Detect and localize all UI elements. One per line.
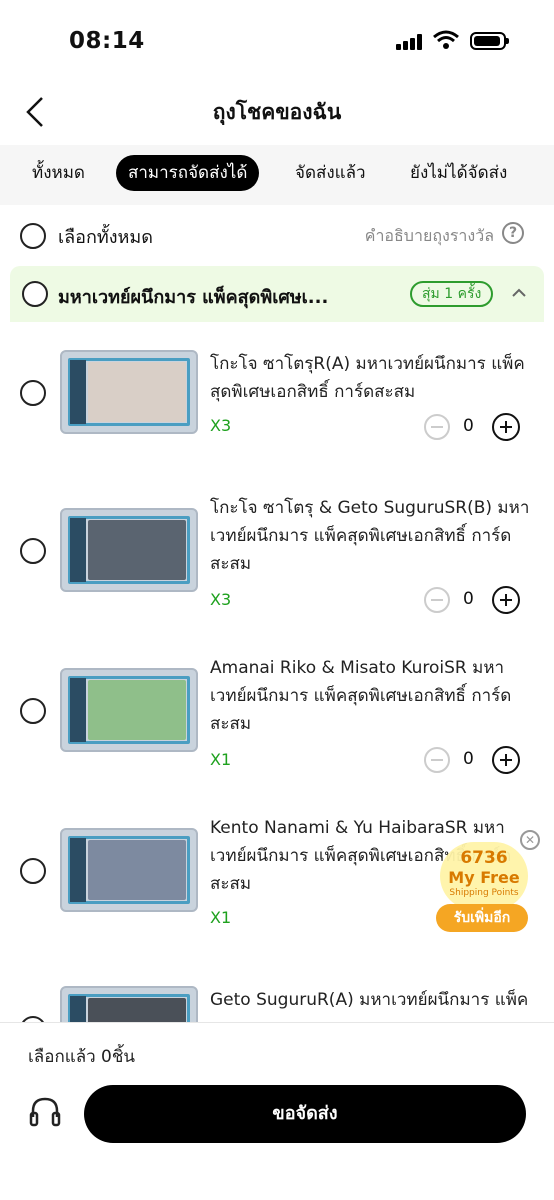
select-all-checkbox[interactable] bbox=[20, 223, 46, 249]
select-all-row: เลือกทั้งหมด คำอธิบายถุงรางวัล ? bbox=[0, 206, 554, 266]
card-thumbnail bbox=[60, 986, 198, 1022]
tab-shippable[interactable]: สามารถจัดส่งได้ bbox=[116, 155, 260, 191]
tab-not-shipped[interactable]: ยังไม่ได้จัดส่ง bbox=[410, 155, 507, 191]
bottom-bar: เลือกแล้ว 0ชิ้น ขอจัดส่ง bbox=[0, 1022, 554, 1200]
group-title: มหาเวทย์ผนึกมาร แพ็คสุดพิเศษเ... bbox=[58, 287, 329, 308]
promo-title: My Free bbox=[448, 868, 520, 887]
filter-tabs: ทั้งหมด สามารถจัดส่งได้ จัดส่งแล้ว ยังไม… bbox=[0, 145, 554, 205]
wifi-icon bbox=[433, 30, 459, 49]
nav-bar: ถุงโชคของฉัน bbox=[0, 82, 554, 142]
select-all-label: เลือกทั้งหมด bbox=[58, 227, 153, 248]
chevron-up-icon[interactable] bbox=[510, 284, 528, 302]
page-title: ถุงโชคของฉัน bbox=[212, 100, 342, 124]
tab-shipped[interactable]: จัดส่งแล้ว bbox=[295, 155, 366, 191]
status-time: 08:14 bbox=[69, 28, 145, 54]
group-header: มหาเวทย์ผนึกมาร แพ็คสุดพิเศษเ... สุ่ม 1 … bbox=[10, 266, 544, 322]
free-shipping-points-widget[interactable]: ✕ 6736 My Free Shipping Points รับเพิ่มอ… bbox=[436, 830, 544, 936]
item-name: โกะโจ ซาโตรุR(A) มหาเวทย์ผนึกมาร แพ็คสุด… bbox=[210, 354, 525, 402]
card-thumbnail bbox=[60, 828, 198, 912]
item-checkbox[interactable] bbox=[20, 858, 46, 884]
battery-icon bbox=[470, 32, 509, 50]
item-count: 0 bbox=[463, 416, 474, 436]
item-count: 0 bbox=[463, 749, 474, 769]
draw-count-badge: สุ่ม 1 ครั้ง bbox=[410, 281, 494, 307]
status-bar: 08:14 bbox=[0, 0, 554, 80]
item-quantity: X1 bbox=[210, 908, 232, 927]
card-thumbnail bbox=[60, 668, 198, 752]
list-item: โกะโจ ซาโตรุR(A) มหาเวทย์ผนึกมาร แพ็คสุด… bbox=[0, 330, 554, 488]
list-item: โกะโจ ซาโตรุ & Geto SuguruSR(B) มหาเวทย์… bbox=[0, 488, 554, 646]
item-count: 0 bbox=[463, 589, 474, 609]
points-value: 6736 bbox=[460, 848, 508, 868]
item-name: Geto SuguruR(A) มหาเวทย์ผนึกมาร แพ็ค bbox=[210, 990, 529, 1010]
item-checkbox[interactable] bbox=[20, 380, 46, 406]
item-name: Amanai Riko & Misato KuroiSR มหาเวทย์ผนึ… bbox=[210, 658, 512, 734]
list-item: Amanai Riko & Misato KuroiSR มหาเวทย์ผนึ… bbox=[0, 646, 554, 804]
item-quantity: X3 bbox=[210, 416, 232, 435]
item-checkbox[interactable] bbox=[20, 538, 46, 564]
request-shipping-button[interactable]: ขอจัดส่ง bbox=[84, 1085, 526, 1143]
promo-subtitle: Shipping Points bbox=[449, 888, 519, 898]
card-thumbnail bbox=[60, 350, 198, 434]
get-more-button[interactable]: รับเพิ่มอีก bbox=[436, 904, 528, 932]
item-quantity: X3 bbox=[210, 590, 232, 609]
decrease-button[interactable] bbox=[424, 414, 450, 440]
prize-bag-description-link[interactable]: คำอธิบายถุงรางวัล bbox=[365, 224, 494, 249]
close-icon[interactable]: ✕ bbox=[520, 830, 540, 850]
decrease-button[interactable] bbox=[424, 587, 450, 613]
help-icon[interactable]: ? bbox=[502, 222, 524, 244]
group-checkbox[interactable] bbox=[22, 281, 48, 307]
selected-count: เลือกแล้ว 0ชิ้น bbox=[28, 1047, 136, 1067]
card-thumbnail bbox=[60, 508, 198, 592]
tab-all[interactable]: ทั้งหมด bbox=[32, 155, 85, 191]
list-item: Geto SuguruR(A) มหาเวทย์ผนึกมาร แพ็ค bbox=[0, 962, 554, 1022]
item-name: โกะโจ ซาโตรุ & Geto SuguruSR(B) มหาเวทย์… bbox=[210, 498, 530, 574]
increase-button[interactable] bbox=[492, 413, 520, 441]
item-quantity: X1 bbox=[210, 750, 232, 769]
cellular-signal-icon bbox=[396, 34, 422, 50]
item-checkbox[interactable] bbox=[20, 698, 46, 724]
headset-icon[interactable] bbox=[28, 1095, 62, 1129]
increase-button[interactable] bbox=[492, 746, 520, 774]
decrease-button[interactable] bbox=[424, 747, 450, 773]
increase-button[interactable] bbox=[492, 586, 520, 614]
